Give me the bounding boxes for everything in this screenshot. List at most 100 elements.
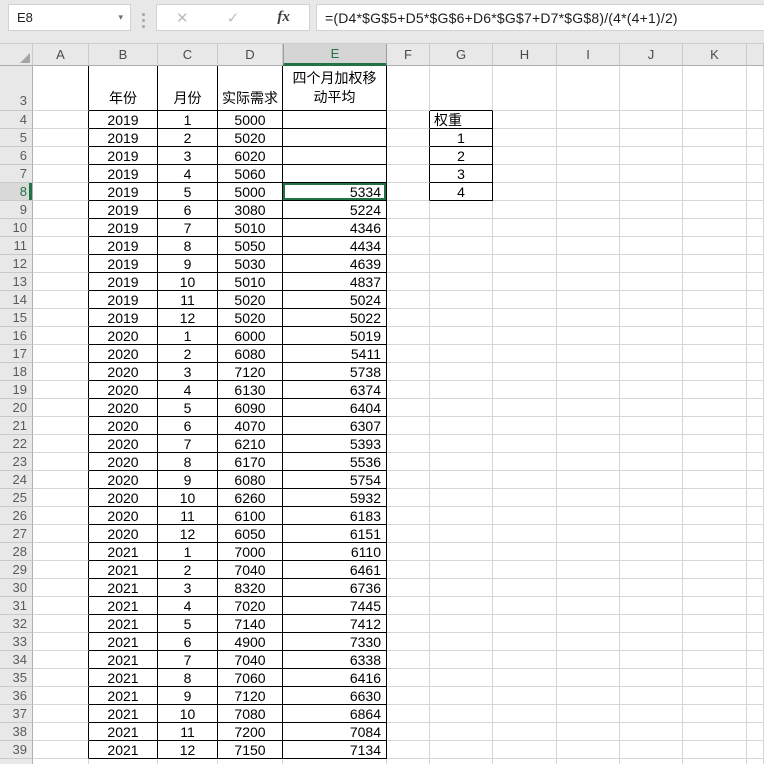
- cell-E34[interactable]: 6338: [283, 651, 387, 669]
- cell-J34[interactable]: [620, 651, 683, 669]
- cell-H16[interactable]: [493, 327, 557, 345]
- cell-C21[interactable]: 6: [158, 417, 218, 435]
- cell-D4[interactable]: 5000: [218, 111, 283, 129]
- row-header-5[interactable]: 5: [0, 129, 33, 147]
- cell-D33[interactable]: 4900: [218, 633, 283, 651]
- cell-D31[interactable]: 7020: [218, 597, 283, 615]
- cell-E6[interactable]: [283, 147, 387, 165]
- cell-G12[interactable]: [430, 255, 493, 273]
- cell-E4[interactable]: [283, 111, 387, 129]
- cell-F23[interactable]: [387, 453, 430, 471]
- cell-G31[interactable]: [430, 597, 493, 615]
- cell-D40[interactable]: [218, 759, 283, 764]
- cell-F25[interactable]: [387, 489, 430, 507]
- cell-E39[interactable]: 7134: [283, 741, 387, 759]
- column-header-J[interactable]: J: [620, 44, 683, 66]
- cell-E24[interactable]: 5754: [283, 471, 387, 489]
- cell-I19[interactable]: [557, 381, 620, 399]
- cell-I37[interactable]: [557, 705, 620, 723]
- cell-H12[interactable]: [493, 255, 557, 273]
- cell-G32[interactable]: [430, 615, 493, 633]
- cell-C35[interactable]: 8: [158, 669, 218, 687]
- cell-C16[interactable]: 1: [158, 327, 218, 345]
- cell-G10[interactable]: [430, 219, 493, 237]
- cell-K36[interactable]: [683, 687, 747, 705]
- column-header-H[interactable]: H: [493, 44, 557, 66]
- name-box[interactable]: E8 ▾: [8, 4, 131, 31]
- cell-G39[interactable]: [430, 741, 493, 759]
- cell-B8[interactable]: 2019: [89, 183, 158, 201]
- cell-D39[interactable]: 7150: [218, 741, 283, 759]
- row-header-25[interactable]: 25: [0, 489, 33, 507]
- cell-D22[interactable]: 6210: [218, 435, 283, 453]
- cell-K28[interactable]: [683, 543, 747, 561]
- cell-K22[interactable]: [683, 435, 747, 453]
- cell-F20[interactable]: [387, 399, 430, 417]
- row-header-3[interactable]: 3: [0, 66, 33, 111]
- cell-D27[interactable]: 6050: [218, 525, 283, 543]
- cell-E12[interactable]: 4639: [283, 255, 387, 273]
- cell-H17[interactable]: [493, 345, 557, 363]
- cell-F29[interactable]: [387, 561, 430, 579]
- row-header-18[interactable]: 18: [0, 363, 33, 381]
- cell-I33[interactable]: [557, 633, 620, 651]
- cell-I13[interactable]: [557, 273, 620, 291]
- cell-D3[interactable]: 实际需求: [218, 66, 283, 111]
- cell-J32[interactable]: [620, 615, 683, 633]
- cell-F31[interactable]: [387, 597, 430, 615]
- cell-J17[interactable]: [620, 345, 683, 363]
- cell-B21[interactable]: 2020: [89, 417, 158, 435]
- cell-B4[interactable]: 2019: [89, 111, 158, 129]
- cell-E19[interactable]: 6374: [283, 381, 387, 399]
- cell-J28[interactable]: [620, 543, 683, 561]
- cell-E31[interactable]: 7445: [283, 597, 387, 615]
- cell-K17[interactable]: [683, 345, 747, 363]
- cell-A5[interactable]: [33, 129, 89, 147]
- cell-J10[interactable]: [620, 219, 683, 237]
- cell-B33[interactable]: 2021: [89, 633, 158, 651]
- cell-J9[interactable]: [620, 201, 683, 219]
- cell-A34[interactable]: [33, 651, 89, 669]
- cell-F38[interactable]: [387, 723, 430, 741]
- cell-F19[interactable]: [387, 381, 430, 399]
- cell-C9[interactable]: 6: [158, 201, 218, 219]
- cell-I6[interactable]: [557, 147, 620, 165]
- cell-H23[interactable]: [493, 453, 557, 471]
- cell-C27[interactable]: 12: [158, 525, 218, 543]
- cell-B27[interactable]: 2020: [89, 525, 158, 543]
- cell-G11[interactable]: [430, 237, 493, 255]
- row-header-17[interactable]: 17: [0, 345, 33, 363]
- cell-K39[interactable]: [683, 741, 747, 759]
- cell-K6[interactable]: [683, 147, 747, 165]
- cell-I20[interactable]: [557, 399, 620, 417]
- cell-C34[interactable]: 7: [158, 651, 218, 669]
- cell-G23[interactable]: [430, 453, 493, 471]
- cell-G16[interactable]: [430, 327, 493, 345]
- cell-E26[interactable]: 6183: [283, 507, 387, 525]
- cell-H14[interactable]: [493, 291, 557, 309]
- cell-B24[interactable]: 2020: [89, 471, 158, 489]
- cell-G24[interactable]: [430, 471, 493, 489]
- cell-F37[interactable]: [387, 705, 430, 723]
- cell-J23[interactable]: [620, 453, 683, 471]
- cell-I5[interactable]: [557, 129, 620, 147]
- cell-D35[interactable]: 7060: [218, 669, 283, 687]
- cell-J16[interactable]: [620, 327, 683, 345]
- row-header-21[interactable]: 21: [0, 417, 33, 435]
- cell-A19[interactable]: [33, 381, 89, 399]
- cell-G20[interactable]: [430, 399, 493, 417]
- cell-E36[interactable]: 6630: [283, 687, 387, 705]
- row-header-16[interactable]: 16: [0, 327, 33, 345]
- cell-C22[interactable]: 7: [158, 435, 218, 453]
- cell-C14[interactable]: 11: [158, 291, 218, 309]
- cell-E10[interactable]: 4346: [283, 219, 387, 237]
- cell-F11[interactable]: [387, 237, 430, 255]
- cell-I10[interactable]: [557, 219, 620, 237]
- cell-A9[interactable]: [33, 201, 89, 219]
- row-header-26[interactable]: 26: [0, 507, 33, 525]
- cell-E17[interactable]: 5411: [283, 345, 387, 363]
- cell-I4[interactable]: [557, 111, 620, 129]
- cell-H26[interactable]: [493, 507, 557, 525]
- column-header-C[interactable]: C: [158, 44, 218, 66]
- cell-E37[interactable]: 6864: [283, 705, 387, 723]
